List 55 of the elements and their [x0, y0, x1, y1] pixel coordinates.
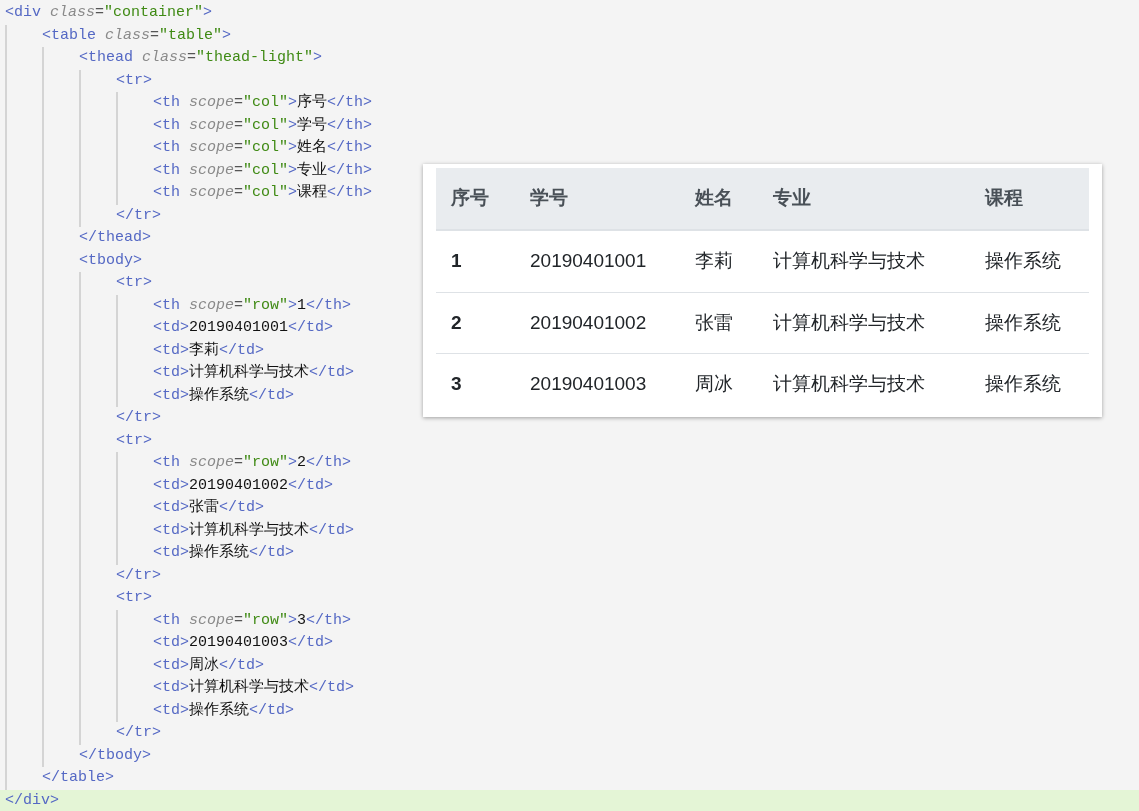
table-cell: 计算机科学与技术 — [773, 372, 925, 394]
column-header: 课程 — [985, 187, 1023, 209]
table-cell: 20190401001 — [530, 250, 647, 272]
code-line: <td>20190401003</td> — [153, 633, 334, 653]
table-cell: 计算机科学与技术 — [773, 311, 925, 333]
code-line: <td>计算机科学与技术</td> — [153, 677, 355, 698]
code-line: <tbody> — [79, 250, 142, 271]
code-line: <td>20190401001</td> — [153, 318, 334, 338]
table-cell: 操作系统 — [985, 372, 1061, 394]
code-line: <th scope="col">序号</th> — [153, 92, 373, 113]
code-line: <th scope="col">姓名</th> — [153, 138, 373, 158]
table-cell: 操作系统 — [985, 250, 1061, 272]
table-cell: 1 — [451, 250, 462, 272]
code-line: <div class="container"> — [5, 3, 213, 23]
code-line: </tr> — [116, 205, 161, 226]
code-line: <th scope="row">1</th> — [153, 295, 352, 316]
code-line: <td>计算机科学与技术</td> — [153, 362, 355, 383]
table-cell: 3 — [451, 372, 462, 394]
code-line: <th scope="col">学号</th> — [153, 115, 373, 136]
column-header: 姓名 — [695, 187, 733, 209]
code-line: <tr> — [116, 588, 152, 608]
code-line: <td>操作系统</td> — [153, 385, 295, 406]
table-cell: 操作系统 — [985, 311, 1061, 333]
table-cell: 20190401002 — [530, 311, 647, 333]
code-line: </thead> — [79, 228, 151, 248]
code-line: <td>操作系统</td> — [153, 542, 295, 563]
code-line: <tr> — [116, 273, 152, 293]
code-line: <table class="table"> — [42, 25, 232, 46]
code-line: <td>李莉</td> — [153, 340, 265, 361]
column-header: 专业 — [773, 187, 811, 209]
table-cell: 20190401003 — [530, 372, 647, 394]
code-line: </table> — [42, 768, 114, 788]
column-header: 学号 — [530, 187, 568, 209]
code-line: </tr> — [116, 408, 161, 428]
column-header: 序号 — [451, 187, 489, 209]
code-line: </tr> — [116, 723, 161, 743]
code-line: <th scope="col">专业</th> — [153, 160, 373, 181]
table-cell: 计算机科学与技术 — [773, 250, 925, 272]
code-line: <td>张雷</td> — [153, 497, 265, 518]
code-line: <td>20190401002</td> — [153, 475, 334, 496]
code-line: <thead class="thead-light"> — [79, 48, 323, 68]
code-line: </tr> — [116, 565, 161, 586]
code-line: <td>计算机科学与技术</td> — [153, 520, 355, 541]
code-line: <td>周冰</td> — [153, 655, 265, 676]
table-cell: 周冰 — [695, 372, 733, 394]
code-line: <th scope="row">2</th> — [153, 453, 352, 473]
table-cell: 李莉 — [695, 250, 733, 272]
code-line: <th scope="col">课程</th> — [153, 183, 373, 203]
code-line: <th scope="row">3</th> — [153, 610, 352, 631]
code-line: <tr> — [116, 430, 152, 451]
table-cell: 2 — [451, 311, 462, 333]
code-line: </tbody> — [79, 745, 151, 766]
code-line: <td>操作系统</td> — [153, 700, 295, 721]
code-line: <tr> — [116, 70, 152, 91]
table-cell: 张雷 — [695, 311, 733, 333]
